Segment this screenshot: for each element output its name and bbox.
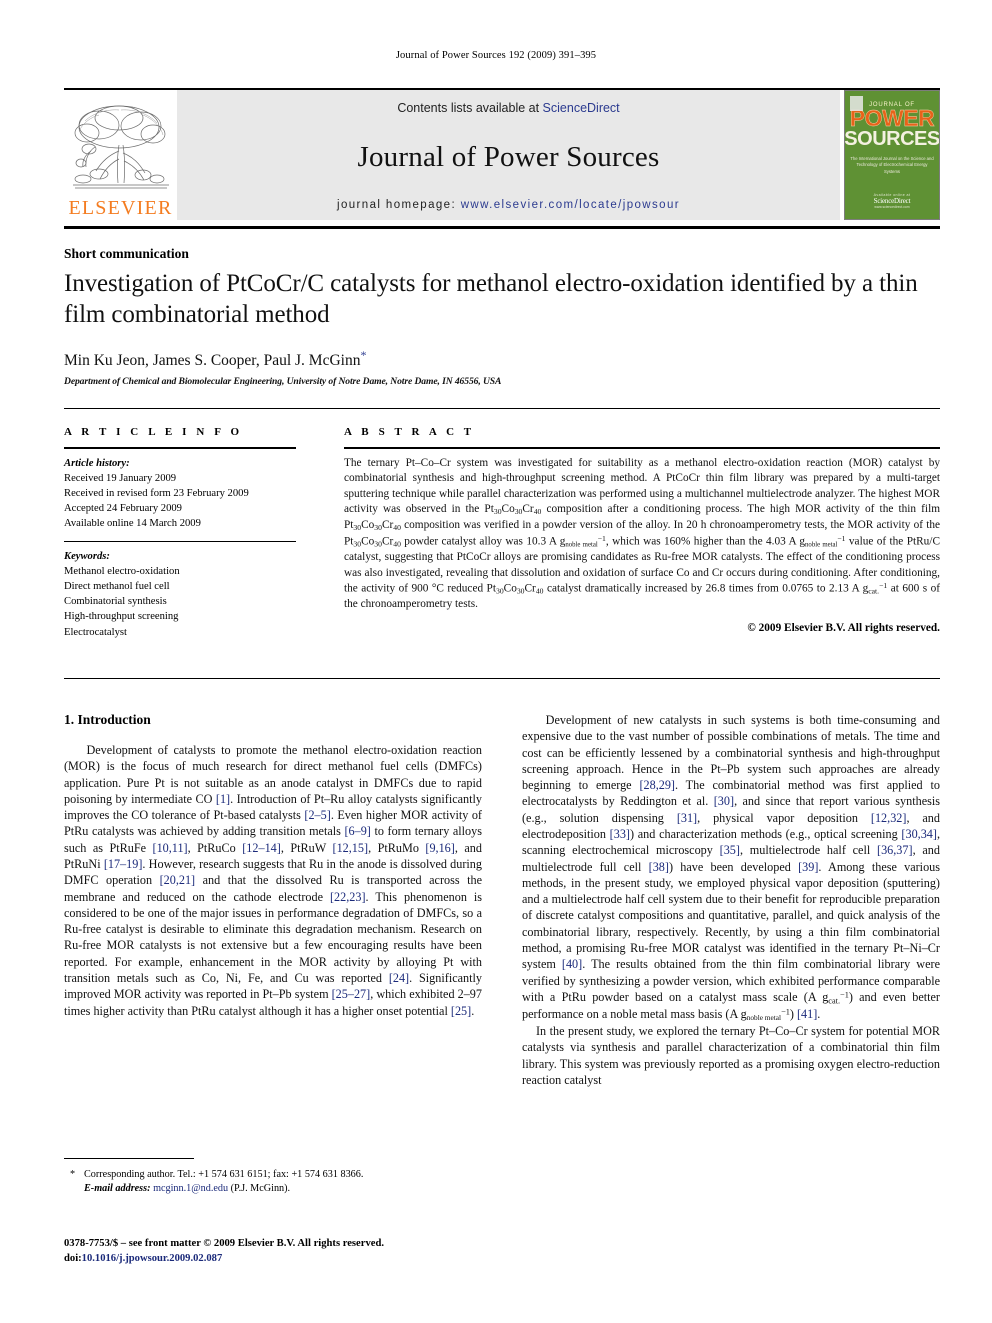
citation-ref[interactable]: [24] xyxy=(389,971,409,985)
masthead-bottom-rule xyxy=(64,226,940,230)
affiliation: Department of Chemical and Biomolecular … xyxy=(64,376,502,387)
journal-masthead: ELSEVIER Contents lists available at Sci… xyxy=(64,88,940,220)
citation-ref[interactable]: [25–27] xyxy=(332,987,371,1001)
issn-copyright-line: 0378-7753/$ – see front matter © 2009 El… xyxy=(64,1238,384,1249)
history-item: Accepted 24 February 2009 xyxy=(64,502,182,514)
keyword-item: Direct methanol fuel cell xyxy=(64,581,170,593)
article-info-column: A R T I C L E I N F O Article history: R… xyxy=(64,426,296,650)
citation-ref[interactable]: [1] xyxy=(216,792,230,806)
footnote-contact-line: Corresponding author. Tel.: +1 574 631 6… xyxy=(84,1169,364,1180)
citation-ref[interactable]: [30,34] xyxy=(901,827,937,841)
section-heading-introduction: 1. Introduction xyxy=(64,712,151,727)
abstract-rule xyxy=(344,447,940,449)
paragraph: In the present study, we explored the te… xyxy=(522,1024,940,1087)
journal-banner: Contents lists available at ScienceDirec… xyxy=(177,90,840,220)
keyword-item: Methanol electro-oxidation xyxy=(64,566,180,578)
cover-sciencedirect-badge: Available online at ScienceDirect www.sc… xyxy=(874,193,911,209)
abstract-heading: A B S T R A C T xyxy=(344,426,475,438)
cover-subtitle: The International Journal on the Science… xyxy=(850,156,934,174)
article-history: Article history: Received 19 January 200… xyxy=(64,456,296,531)
elsevier-wordmark: ELSEVIER xyxy=(68,197,173,219)
citation-ref[interactable]: [6–9] xyxy=(344,824,370,838)
cover-title-power: POWER xyxy=(849,105,935,131)
paragraph: Development of catalysts to promote the … xyxy=(64,743,483,1018)
cover-title-sources: SOURCES xyxy=(844,128,940,151)
citation-ref[interactable]: [31] xyxy=(677,811,697,825)
journal-homepage-line: journal homepage: www.elsevier.com/locat… xyxy=(337,199,680,211)
body-column-right: Development of new catalysts in such sys… xyxy=(522,712,940,1088)
keywords-rule xyxy=(64,540,296,543)
abstract-column: A B S T R A C T The ternary Pt–Co–Cr sys… xyxy=(344,426,940,634)
citation-ref[interactable]: [10,11] xyxy=(153,841,188,855)
doi-link[interactable]: 10.1016/j.jpowsour.2009.02.087 xyxy=(82,1253,223,1264)
footnote-email-line: E-mail address: mcginn.1@nd.edu (P.J. Mc… xyxy=(84,1182,482,1196)
journal-homepage-link[interactable]: www.elsevier.com/locate/jpowsour xyxy=(461,199,680,211)
email-link[interactable]: mcginn.1@nd.edu xyxy=(153,1183,228,1194)
citation-ref[interactable]: [39] xyxy=(798,860,818,874)
article-info-rule xyxy=(64,447,296,449)
citation-ref[interactable]: [35] xyxy=(720,843,740,857)
doi-label: doi: xyxy=(64,1253,82,1265)
journal-title: Journal of Power Sources xyxy=(357,140,660,173)
citation-ref[interactable]: [22,23] xyxy=(330,890,366,904)
body-columns: 1. Introduction Development of catalysts… xyxy=(64,712,940,1142)
doi-line: doi:10.1016/j.jpowsour.2009.02.087 xyxy=(64,1251,524,1266)
citation-ref[interactable]: [20,21] xyxy=(160,873,196,887)
citation-ref[interactable]: [9,16] xyxy=(425,841,454,855)
citation-ref[interactable]: [2–5] xyxy=(304,808,330,822)
article-type: Short communication xyxy=(64,246,189,261)
author-list: Min Ku Jeon, James S. Cooper, Paul J. Mc… xyxy=(64,348,940,370)
citation-ref[interactable]: [28,29] xyxy=(639,778,675,792)
info-bottom-rule xyxy=(64,678,940,679)
citation-ref[interactable]: [40] xyxy=(562,957,582,971)
citation-ref[interactable]: [33] xyxy=(610,827,630,841)
cover-badge-mid: ScienceDirect xyxy=(873,197,911,206)
paper-page: Journal of Power Sources 192 (2009) 391–… xyxy=(0,0,992,1323)
history-item: Received 19 January 2009 xyxy=(64,472,177,484)
page-title: Investigation of PtCoCr/C catalysts for … xyxy=(64,270,918,328)
footnote-star-marker: * xyxy=(70,1169,76,1180)
keywords-label: Keywords: xyxy=(64,551,110,563)
citation-ref[interactable]: [12,15] xyxy=(333,841,369,855)
keywords-block: Keywords: Methanol electro-oxidation Dir… xyxy=(64,549,296,639)
journal-cover-thumbnail: JOURNAL OF POWER SOURCES The Internation… xyxy=(844,90,940,220)
citation-ref[interactable]: [30] xyxy=(714,794,734,808)
citation-ref[interactable]: [12,32] xyxy=(871,811,907,825)
cover-elsevier-mark-icon xyxy=(850,96,863,111)
corresponding-author-marker: * xyxy=(360,348,367,362)
cover-badge-bottom: www.sciencedirect.com xyxy=(874,205,910,210)
paragraph: Development of new catalysts in such sys… xyxy=(522,713,941,1023)
email-label: E-mail address: xyxy=(84,1183,151,1195)
imprint-block: 0378-7753/$ – see front matter © 2009 El… xyxy=(64,1236,524,1267)
article-info-heading: A R T I C L E I N F O xyxy=(64,426,243,438)
footnote-rule xyxy=(64,1158,194,1160)
keyword-item: Combinatorial synthesis xyxy=(64,596,167,608)
keyword-item: High-throughput screening xyxy=(64,611,179,623)
email-owner: (P.J. McGinn). xyxy=(230,1183,291,1195)
article-history-label: Article history: xyxy=(64,457,130,469)
citation-ref[interactable]: [36,37] xyxy=(877,843,913,857)
abstract-text: The ternary Pt–Co–Cr system was investig… xyxy=(344,456,941,611)
contents-list-line: Contents lists available at ScienceDirec… xyxy=(397,101,619,115)
info-top-rule xyxy=(64,408,940,409)
homepage-prefix: journal homepage: xyxy=(337,199,461,211)
body-column-left: 1. Introduction Development of catalysts… xyxy=(64,712,482,1019)
citation-ref[interactable]: [38] xyxy=(649,860,669,874)
citation-ref[interactable]: [25] xyxy=(451,1004,471,1018)
elsevier-tree-icon xyxy=(72,105,169,189)
contents-prefix: Contents lists available at xyxy=(397,101,543,115)
corresponding-author-footnote: * Corresponding author. Tel.: +1 574 631… xyxy=(64,1168,482,1197)
elsevier-logo: ELSEVIER xyxy=(64,90,177,220)
citation-ref[interactable]: [17–19] xyxy=(104,857,143,871)
abstract-copyright: © 2009 Elsevier B.V. All rights reserved… xyxy=(747,621,940,634)
citation-ref[interactable]: [41] xyxy=(797,1007,817,1021)
sciencedirect-link[interactable]: ScienceDirect xyxy=(543,101,620,115)
keyword-item: Electrocatalyst xyxy=(64,626,127,638)
history-item: Received in revised form 23 February 200… xyxy=(64,487,249,499)
history-item: Available online 14 March 2009 xyxy=(64,517,201,529)
running-head: Journal of Power Sources 192 (2009) 391–… xyxy=(395,50,597,61)
citation-ref[interactable]: [12–14] xyxy=(242,841,281,855)
author-names: Min Ku Jeon, James S. Cooper, Paul J. Mc… xyxy=(64,352,361,370)
